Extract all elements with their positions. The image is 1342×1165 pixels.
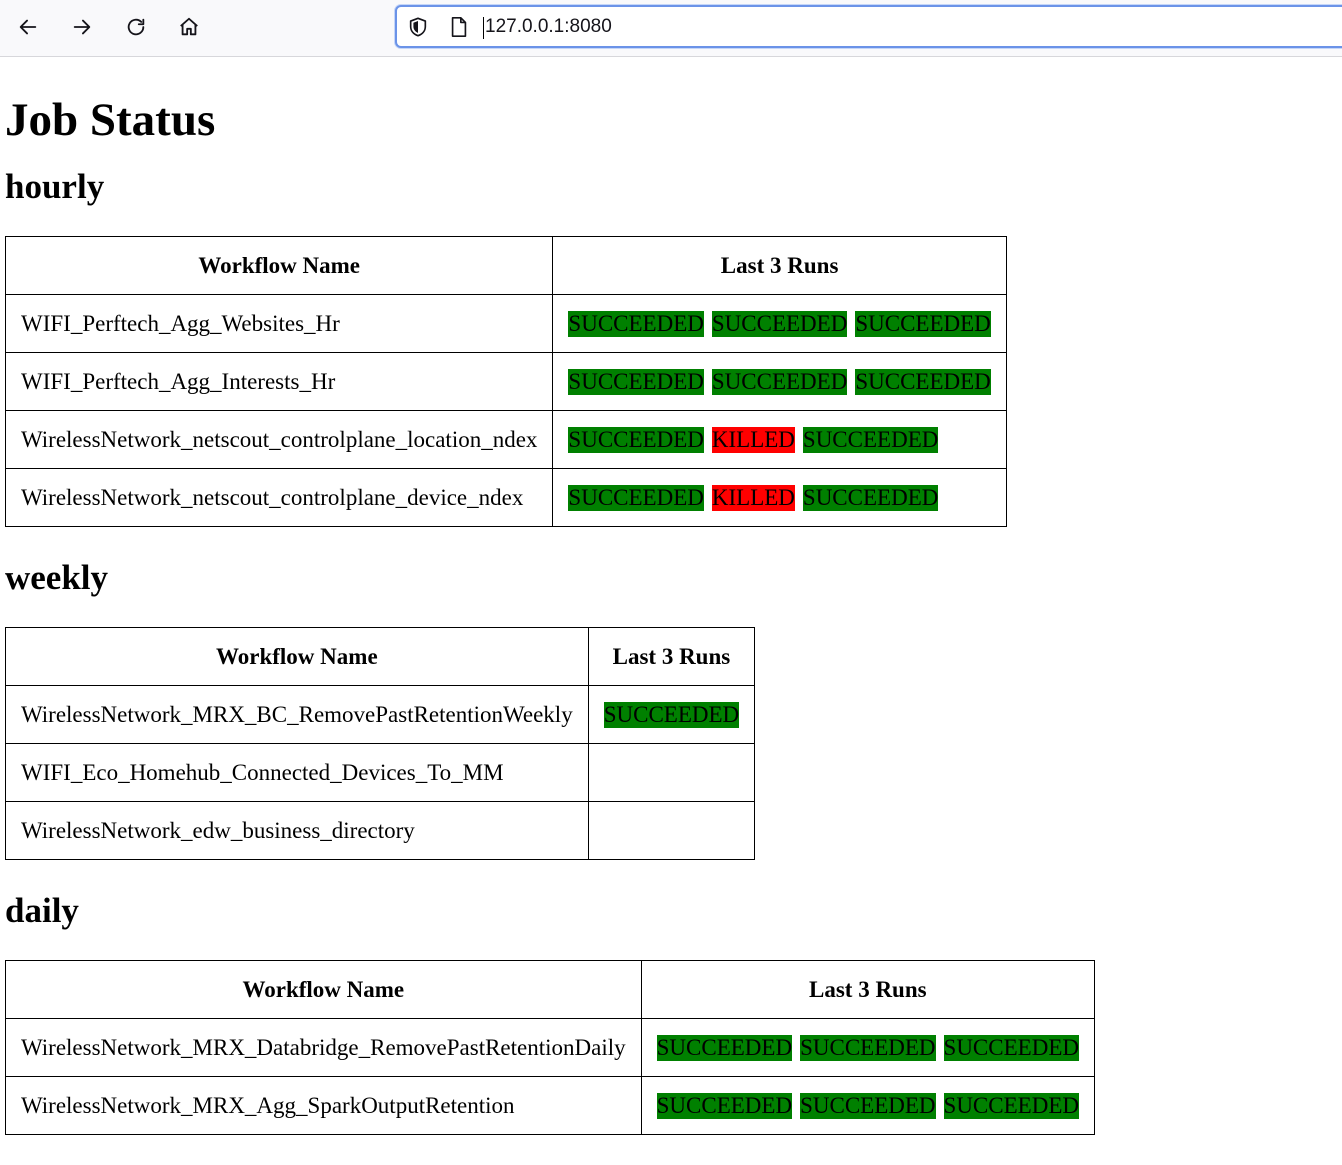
last-runs-cell: SUCCEEDED KILLED SUCCEEDED xyxy=(552,468,1007,527)
table-row: WIFI_Perftech_Agg_Interests_Hr SUCCEEDED S… xyxy=(4,352,1007,411)
workflow-table-daily: Workflow Name Last 3 Runs WirelessNetwork_… xyxy=(5,960,1095,1135)
arrow-right-icon xyxy=(73,19,91,35)
column-header-last-runs: Last 3 Runs xyxy=(640,960,1095,1019)
status-badge-succeeded: SUCCEEDED xyxy=(943,1092,1079,1119)
table-header-row: Workflow Name Last 3 Runs xyxy=(5,960,1095,1019)
status-badge-succeeded: SUCCEEDED xyxy=(711,368,848,395)
url-bar[interactable]: 127.0.0.1:8080 xyxy=(395,5,1342,48)
last-runs-cell: SUCCEEDED SUCCEEDED SUCCEEDED xyxy=(552,352,1007,411)
workflow-name-cell: WIFI_Perftech_Agg_Interests_Hr xyxy=(4,352,554,411)
column-header-last-runs: Last 3 Runs xyxy=(552,236,1007,295)
arrow-left-icon xyxy=(19,19,37,35)
column-header-workflow-name: Workflow Name xyxy=(4,236,554,295)
section-heading-weekly: weekly xyxy=(5,558,109,597)
table-row: WirelessNetwork_netscout_controlplane_lo… xyxy=(4,410,1007,469)
table-row: WIFI_Perftech_Agg_Websites_Hr SUCCEEDED SU… xyxy=(4,294,1007,353)
workflow-name-cell: WirelessNetwork_MRX_BC_RemovePastRetenti… xyxy=(5,685,589,744)
page-icon[interactable] xyxy=(449,16,469,38)
page-content: Job Status hourly Workflow Name Last 3 Run… xyxy=(0,57,1342,1135)
table-row: WIFI_Eco_Homehub_Connected_Devices_To_MM xyxy=(5,743,756,802)
section-heading-hourly: hourly xyxy=(5,167,105,206)
last-runs-cell: SUCCEEDED SUCCEEDED SUCCEEDED xyxy=(552,294,1007,353)
last-runs-cell xyxy=(587,801,756,860)
workflow-name-cell: WIFI_Perftech_Agg_Websites_Hr xyxy=(4,294,554,353)
sections-container: hourly Workflow Name Last 3 Runs WIFI_Perft… xyxy=(4,165,1342,1135)
workflow-table-weekly: Workflow Name Last 3 Runs WirelessNetwork_… xyxy=(5,627,756,860)
table-row: WirelessNetwork_edw_business_directory xyxy=(5,801,756,860)
column-header-last-runs: Last 3 Runs xyxy=(587,627,756,686)
home-button[interactable] xyxy=(172,10,206,44)
workflow-name-cell: WIFI_Eco_Homehub_Connected_Devices_To_MM xyxy=(5,743,589,802)
last-runs-cell: SUCCEEDED SUCCEEDED SUCCEEDED xyxy=(640,1018,1095,1077)
status-badge-succeeded: SUCCEEDED xyxy=(943,1034,1079,1061)
status-badge-succeeded: SUCCEEDED xyxy=(603,701,740,728)
table-row: WirelessNetwork_MRX_BC_RemovePastRetenti… xyxy=(5,685,756,744)
status-badge-succeeded: SUCCEEDED xyxy=(568,484,704,511)
status-badge-succeeded: SUCCEEDED xyxy=(656,1092,793,1119)
workflow-name-cell: WirelessNetwork_MRX_Databridge_RemovePas… xyxy=(5,1018,642,1077)
column-header-workflow-name: Workflow Name xyxy=(5,960,642,1019)
status-badge-succeeded: SUCCEEDED xyxy=(711,310,848,337)
status-badge-succeeded: SUCCEEDED xyxy=(802,484,939,511)
last-runs-cell: SUCCEEDED KILLED SUCCEEDED xyxy=(552,410,1007,469)
column-header-workflow-name: Workflow Name xyxy=(5,627,589,686)
table-row: WirelessNetwork_netscout_controlplane_de… xyxy=(4,468,1007,527)
home-icon xyxy=(180,17,198,36)
reload-button[interactable] xyxy=(119,10,153,44)
back-button[interactable] xyxy=(11,10,45,44)
table-row: WirelessNetwork_MRX_Agg_SparkOutputReten… xyxy=(5,1076,1095,1135)
table-row: WirelessNetwork_MRX_Databridge_RemovePas… xyxy=(5,1018,1095,1077)
status-badge-succeeded: SUCCEEDED xyxy=(800,1092,936,1119)
page-title: Job Status xyxy=(5,94,216,146)
section-heading-daily: daily xyxy=(5,891,79,930)
status-badge-succeeded: SUCCEEDED xyxy=(800,1034,936,1061)
status-badge-succeeded: SUCCEEDED xyxy=(656,1034,793,1061)
last-runs-cell: SUCCEEDED SUCCEEDED SUCCEEDED xyxy=(640,1076,1095,1135)
workflow-name-cell: WirelessNetwork_netscout_controlplane_lo… xyxy=(4,410,554,469)
workflow-name-cell: WirelessNetwork_edw_business_directory xyxy=(5,801,589,860)
status-badge-succeeded: SUCCEEDED xyxy=(568,426,704,453)
shield-icon[interactable] xyxy=(407,16,429,38)
url-text[interactable]: 127.0.0.1:8080 xyxy=(485,16,612,38)
last-runs-cell xyxy=(587,743,756,802)
reload-icon xyxy=(127,18,145,36)
status-badge-killed: KILLED xyxy=(711,484,795,511)
status-badge-killed: KILLED xyxy=(711,426,795,453)
workflow-name-cell: WirelessNetwork_MRX_Agg_SparkOutputReten… xyxy=(5,1076,642,1135)
status-badge-succeeded: SUCCEEDED xyxy=(855,310,991,337)
table-header-row: Workflow Name Last 3 Runs xyxy=(4,236,1007,295)
workflow-table-hourly: Workflow Name Last 3 Runs WIFI_Perftech_Ag… xyxy=(4,236,1007,527)
workflow-name-cell: WirelessNetwork_netscout_controlplane_de… xyxy=(4,468,554,527)
table-header-row: Workflow Name Last 3 Runs xyxy=(5,627,756,686)
forward-button[interactable] xyxy=(65,10,99,44)
status-badge-succeeded: SUCCEEDED xyxy=(802,426,939,453)
status-badge-succeeded: SUCCEEDED xyxy=(568,368,704,395)
browser-toolbar: 127.0.0.1:8080 xyxy=(0,0,1342,57)
status-badge-succeeded: SUCCEEDED xyxy=(568,310,704,337)
status-badge-succeeded: SUCCEEDED xyxy=(855,368,991,395)
text-caret xyxy=(483,17,484,39)
last-runs-cell: SUCCEEDED xyxy=(587,685,756,744)
